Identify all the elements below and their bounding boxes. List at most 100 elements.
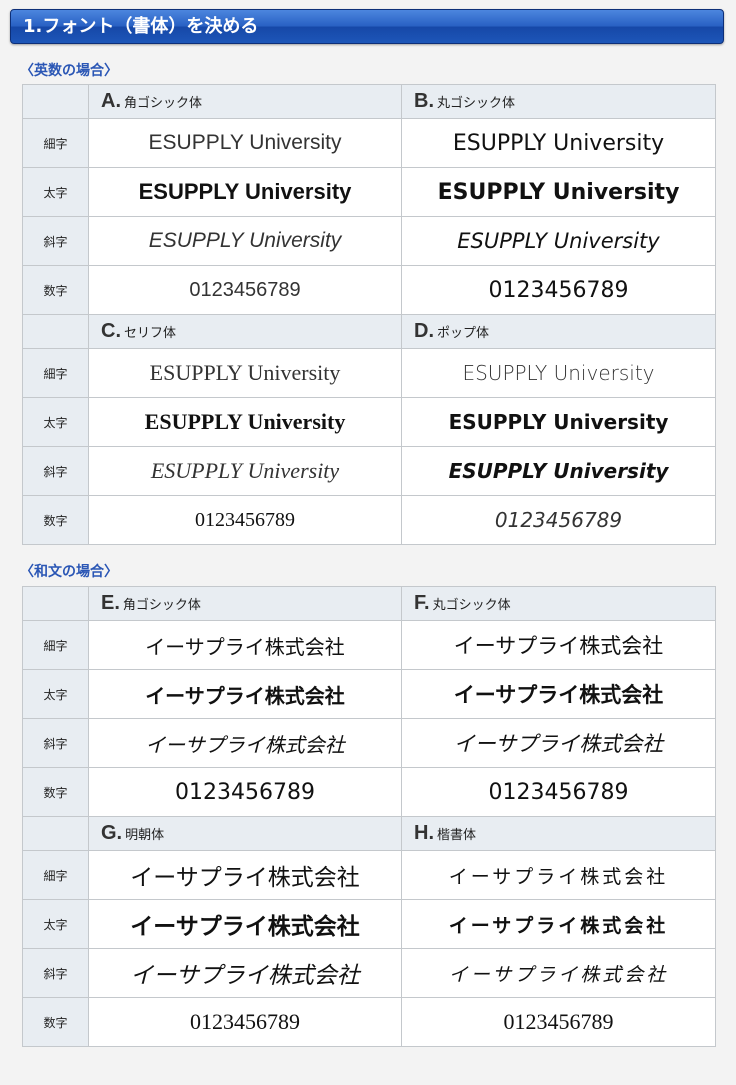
row-label: 斜字 — [22, 718, 89, 768]
font-letter: E. — [101, 592, 120, 614]
font-header-c: C. セリフ体 — [88, 314, 402, 349]
font-header-row: A. 角ゴシック体 B. 丸ゴシック体 — [22, 84, 716, 119]
sample-cell: ESUPPLY University — [401, 446, 716, 496]
font-header-f: F. 丸ゴシック体 — [401, 586, 716, 621]
sample-cell: イーサプライ株式会社 — [401, 899, 716, 949]
sample-row-number: 数字 0123456789 0123456789 — [22, 767, 716, 817]
font-letter: B. — [414, 90, 434, 112]
font-header-a: A. 角ゴシック体 — [88, 84, 402, 119]
japanese-font-table: E. 角ゴシック体 F. 丸ゴシック体 細字 イーサプライ株式会社 イーサプライ株式… — [22, 586, 716, 1047]
sample-cell: ESUPPLY University — [88, 397, 402, 447]
sample-row-bold: 太字 イーサプライ株式会社 イーサプライ株式会社 — [22, 669, 716, 719]
sample-cell: イーサプライ株式会社 — [88, 718, 402, 768]
sample-cell: ESUPPLY University — [88, 348, 402, 398]
font-name: 丸ゴシック体 — [432, 598, 511, 613]
sample-row-italic: 斜字 ESUPPLY University ESUPPLY University — [22, 216, 716, 266]
sample-cell: イーサプライ株式会社 — [88, 850, 402, 900]
font-name: 明朝体 — [125, 828, 165, 843]
font-header-row: G. 明朝体 H. 楷書体 — [22, 816, 716, 851]
japanese-section-title: 〈和文の場合〉 — [20, 564, 118, 580]
sample-cell: 0123456789 — [401, 767, 716, 817]
font-header-row: C. セリフ体 D. ポップ体 — [22, 314, 716, 349]
font-letter: H. — [414, 822, 434, 844]
font-letter: D. — [414, 320, 434, 342]
sample-row-bold: 太字 ESUPPLY University ESUPPLY University — [22, 167, 716, 217]
header-blank-cell — [22, 314, 89, 349]
header-blank-cell — [22, 84, 89, 119]
font-header-h: H. 楷書体 — [401, 816, 716, 851]
sample-cell: イーサプライ株式会社 — [88, 620, 402, 670]
page-header: 1.フォント（書体）を決める — [10, 9, 724, 44]
sample-cell: 0123456789 — [88, 767, 402, 817]
row-label: 斜字 — [22, 216, 89, 266]
sample-row-number: 数字 0123456789 0123456789 — [22, 495, 716, 545]
sample-cell: ESUPPLY University — [401, 118, 716, 168]
row-label: 数字 — [22, 997, 89, 1047]
sample-row-number: 数字 0123456789 0123456789 — [22, 265, 716, 315]
header-blank-cell — [22, 816, 89, 851]
row-label: 斜字 — [22, 446, 89, 496]
row-label: 太字 — [22, 397, 89, 447]
row-label: 細字 — [22, 620, 89, 670]
sample-cell: ESUPPLY University — [88, 446, 402, 496]
sample-cell: イーサプライ株式会社 — [88, 669, 402, 719]
font-letter: C. — [101, 320, 121, 342]
sample-cell: 0123456789 — [88, 265, 402, 315]
row-label: 数字 — [22, 265, 89, 315]
row-label: 数字 — [22, 767, 89, 817]
sample-cell: ESUPPLY University — [88, 167, 402, 217]
font-header-row: E. 角ゴシック体 F. 丸ゴシック体 — [22, 586, 716, 621]
sample-cell: イーサプライ株式会社 — [88, 948, 402, 998]
sample-cell: 0123456789 — [88, 495, 402, 545]
sample-cell: 0123456789 — [401, 495, 716, 545]
row-label: 数字 — [22, 495, 89, 545]
sample-row-light: 細字 ESUPPLY University ESUPPLY University — [22, 348, 716, 398]
font-letter: F. — [414, 592, 430, 614]
sample-cell: ESUPPLY University — [88, 118, 402, 168]
page-title: 1.フォント（書体）を決める — [23, 16, 259, 37]
sample-row-light: 細字 イーサプライ株式会社 イーサプライ株式会社 — [22, 850, 716, 900]
sample-cell: ESUPPLY University — [401, 216, 716, 266]
header-blank-cell — [22, 586, 89, 621]
row-label: 細字 — [22, 348, 89, 398]
sample-cell: イーサプライ株式会社 — [401, 620, 716, 670]
font-header-g: G. 明朝体 — [88, 816, 402, 851]
row-label: 太字 — [22, 167, 89, 217]
sample-cell: 0123456789 — [401, 997, 716, 1047]
english-font-table: A. 角ゴシック体 B. 丸ゴシック体 細字 ESUPPLY University … — [22, 84, 716, 545]
sample-cell: イーサプライ株式会社 — [88, 899, 402, 949]
row-label: 細字 — [22, 850, 89, 900]
font-name: セリフ体 — [124, 326, 177, 341]
row-label: 太字 — [22, 899, 89, 949]
font-name: 角ゴシック体 — [122, 598, 201, 613]
font-header-b: B. 丸ゴシック体 — [401, 84, 716, 119]
sample-row-light: 細字 ESUPPLY University ESUPPLY University — [22, 118, 716, 168]
font-name: 楷書体 — [437, 828, 477, 843]
sample-row-bold: 太字 ESUPPLY University ESUPPLY University — [22, 397, 716, 447]
sample-cell: イーサプライ株式会社 — [401, 669, 716, 719]
sample-row-bold: 太字 イーサプライ株式会社 イーサプライ株式会社 — [22, 899, 716, 949]
sample-cell: ESUPPLY University — [88, 216, 402, 266]
page: 1.フォント（書体）を決める 〈英数の場合〉 A. 角ゴシック体 B. 丸ゴシック体… — [0, 0, 736, 1085]
sample-cell: イーサプライ株式会社 — [401, 948, 716, 998]
font-name: 角ゴシック体 — [124, 96, 203, 111]
sample-cell: イーサプライ株式会社 — [401, 850, 716, 900]
sample-row-light: 細字 イーサプライ株式会社 イーサプライ株式会社 — [22, 620, 716, 670]
sample-cell: イーサプライ株式会社 — [401, 718, 716, 768]
sample-cell: ESUPPLY University — [401, 397, 716, 447]
sample-row-italic: 斜字 イーサプライ株式会社 イーサプライ株式会社 — [22, 948, 716, 998]
font-letter: A. — [101, 90, 121, 112]
font-name: ポップ体 — [437, 326, 490, 341]
english-section-title: 〈英数の場合〉 — [20, 63, 118, 79]
sample-row-italic: 斜字 イーサプライ株式会社 イーサプライ株式会社 — [22, 718, 716, 768]
sample-cell: ESUPPLY University — [401, 348, 716, 398]
sample-cell: 0123456789 — [401, 265, 716, 315]
sample-cell: ESUPPLY University — [401, 167, 716, 217]
row-label: 斜字 — [22, 948, 89, 998]
row-label: 太字 — [22, 669, 89, 719]
font-letter: G. — [101, 822, 123, 844]
font-header-e: E. 角ゴシック体 — [88, 586, 402, 621]
font-name: 丸ゴシック体 — [437, 96, 516, 111]
sample-row-number: 数字 0123456789 0123456789 — [22, 997, 716, 1047]
sample-cell: 0123456789 — [88, 997, 402, 1047]
